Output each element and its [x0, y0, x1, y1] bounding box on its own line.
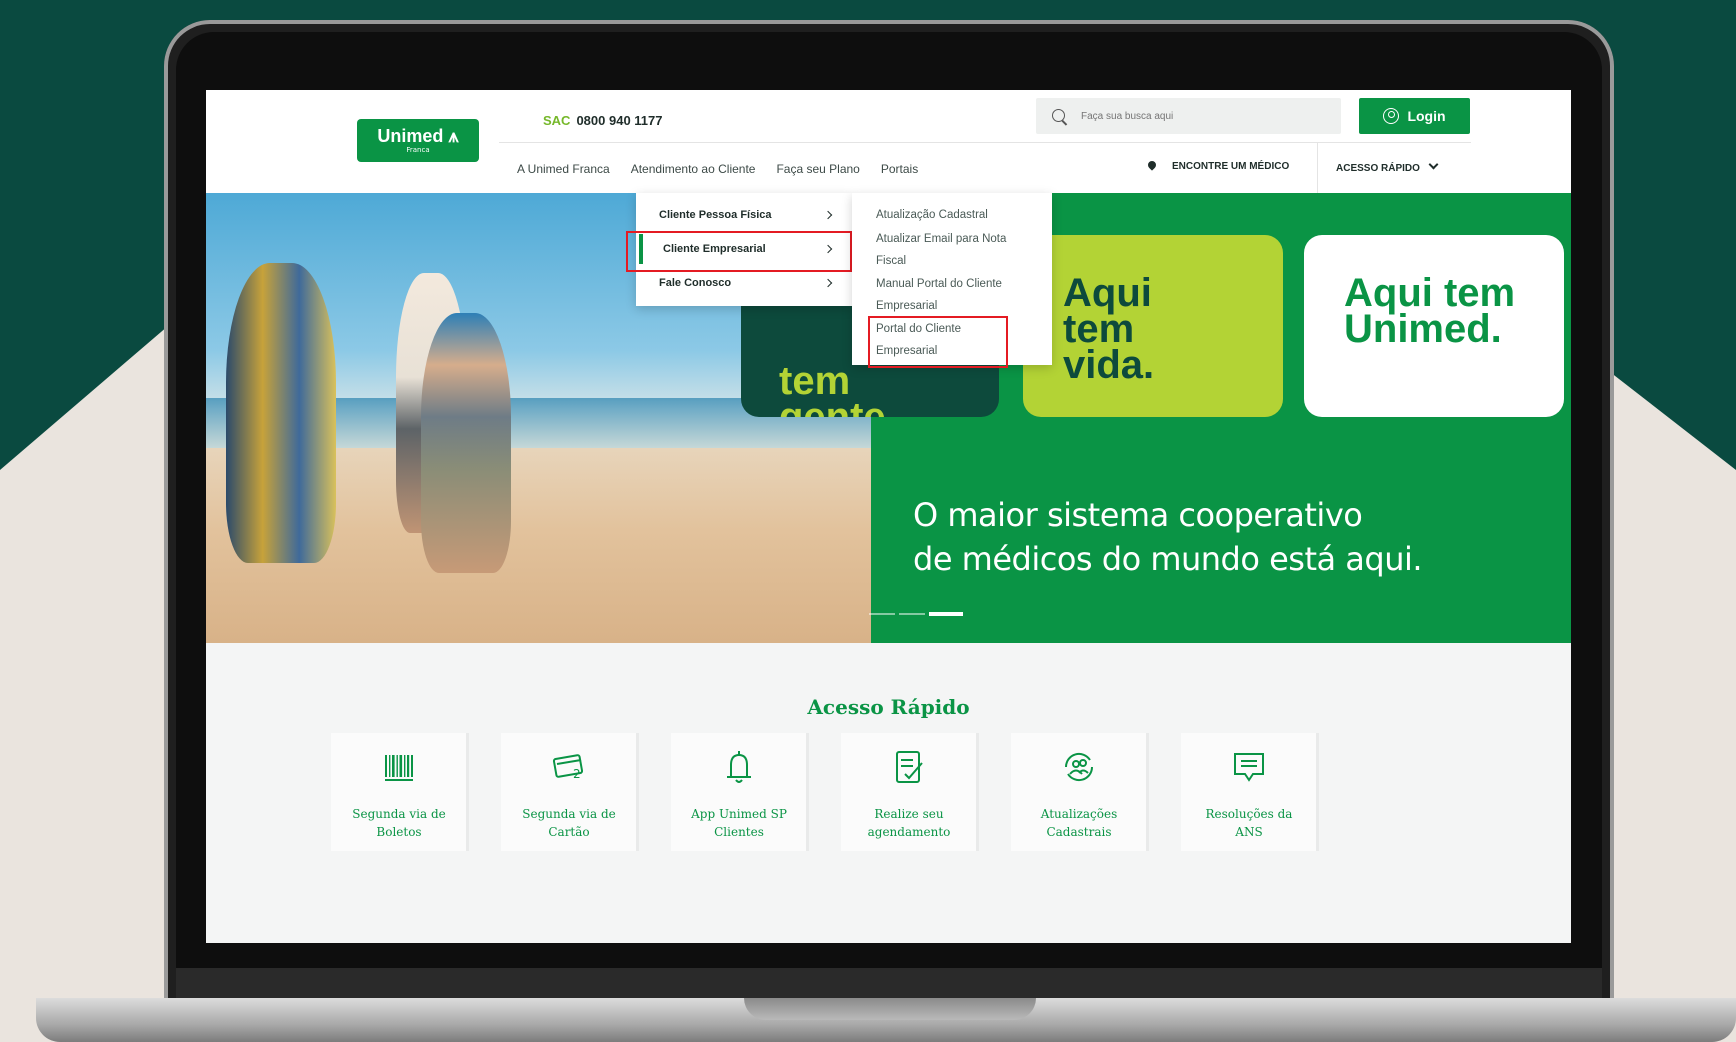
barcode-icon [385, 755, 413, 781]
dropdown-item-label: Fale Conosco [659, 277, 732, 289]
quick-access-label: Segunda via de Cartão [501, 805, 637, 841]
search-icon[interactable] [1052, 109, 1065, 122]
card-separator [1146, 733, 1149, 851]
login-label: Login [1407, 108, 1446, 124]
unimed-symbol-icon: ⩚ [448, 126, 459, 146]
laptop-lower-bezel [176, 968, 1602, 998]
quick-access-agendamento[interactable]: Realize seu agendamento [841, 733, 979, 851]
site-header: Unimed ⩚ Franca SAC 0800 940 1177 Login A… [206, 90, 1571, 193]
hero-card-aqui-tem-vida-text: Aqui tem vida. [1063, 271, 1155, 387]
quick-access-label: Atualizações Cadastrais [1011, 805, 1147, 841]
hero-card-tem-gente-text: tem gente. [779, 359, 897, 417]
hero-card-aqui-tem-unimed-text: Aqui tem Unimed. [1344, 271, 1516, 351]
search-box [1036, 98, 1341, 134]
checklist-icon [896, 751, 923, 783]
label-line1: Segunda via de [522, 807, 616, 821]
hero-card-aqui-tem-unimed: Aqui tem Unimed. [1304, 235, 1564, 417]
label-line2: Cartão [548, 825, 590, 839]
quick-access-label: App Unimed SP Clientes [671, 805, 807, 841]
submenu-atualizar-email-nota-fiscal[interactable]: Atualizar Email para Nota Fiscal [876, 228, 1021, 272]
card-separator [466, 733, 469, 851]
photo-child [421, 313, 511, 573]
sac-label: SAC [543, 113, 571, 128]
quick-access-label: Resoluções da ANS [1181, 805, 1317, 841]
label-line1: Realize seu [874, 807, 944, 821]
carousel-dot-1[interactable] [869, 613, 895, 615]
find-doctor-label: ENCONTRE UM MÉDICO [1172, 161, 1290, 172]
find-doctor-link[interactable]: ENCONTRE UM MÉDICO [1146, 159, 1290, 172]
label-line1: App Unimed SP [691, 807, 787, 821]
card-icon: 2 [552, 754, 584, 781]
label-line2: Clientes [714, 825, 764, 839]
quick-access-boletos[interactable]: Segunda via de Boletos [331, 733, 469, 851]
label-line2: ANS [1235, 825, 1263, 839]
header-divider [499, 142, 1471, 143]
quick-access-section: Acesso Rápido Segunda via de Boletos 2 Se… [206, 643, 1571, 943]
quick-access-cartao[interactable]: 2 Segunda via de Cartão [501, 733, 639, 851]
submenu-atualizacao-cadastral[interactable]: Atualização Cadastral [876, 204, 1036, 226]
submenu-manual-portal-cliente[interactable]: Manual Portal do Cliente Empresarial [876, 273, 1021, 317]
login-button[interactable]: Login [1359, 98, 1470, 134]
card-separator [636, 733, 639, 851]
svg-text:2: 2 [573, 767, 581, 781]
hero-headline-line1: O maior sistema cooperativo [913, 496, 1363, 534]
header-vertical-divider [1317, 142, 1318, 193]
carousel-dot-2[interactable] [899, 613, 925, 615]
unimed-logo[interactable]: Unimed ⩚ Franca [357, 119, 479, 162]
quick-access-atualizacoes[interactable]: Atualizações Cadastrais [1011, 733, 1149, 851]
submenu-portal-cliente-empresarial[interactable]: Portal do Cliente Empresarial [868, 316, 1008, 368]
dropdown-item-label: Cliente Pessoa Física [659, 209, 772, 221]
dropdown-item-cliente-empresarial[interactable]: Cliente Empresarial [626, 231, 852, 272]
search-input[interactable] [1081, 108, 1321, 124]
cliente-empresarial-submenu: Atualização Cadastral Atualizar Email pa… [852, 193, 1052, 368]
browser-screen: Unimed ⩚ Franca SAC 0800 940 1177 Login A… [206, 90, 1571, 943]
quick-access-app-unimed[interactable]: App Unimed SP Clientes [671, 733, 809, 851]
chevron-right-icon [823, 278, 833, 288]
quick-access-title: Acesso Rápido [807, 695, 970, 719]
quick-access-label: Segunda via de Boletos [331, 805, 467, 841]
carousel-dot-3[interactable] [929, 612, 963, 616]
chevron-down-icon [1428, 159, 1439, 170]
user-icon [1383, 108, 1400, 124]
label-line1: Atualizações [1040, 807, 1118, 821]
highlight-box [868, 316, 1008, 368]
hero-card-aqui-tem-vida: Aqui tem vida. [1023, 235, 1283, 417]
users-refresh-icon [1064, 752, 1094, 782]
hero-headline: O maior sistema cooperativo de médicos d… [913, 493, 1513, 581]
hero-headline-line2: de médicos do mundo está aqui. [913, 540, 1423, 578]
nav-faca-seu-plano[interactable]: Faça seu Plano [776, 162, 859, 176]
map-pin-icon [1146, 159, 1158, 171]
sac-phone: SAC 0800 940 1177 [543, 113, 663, 128]
logo-subtitle: Franca [406, 146, 430, 154]
laptop-notch [744, 998, 1036, 1020]
photo-woman [226, 263, 336, 563]
label-line2: agendamento [867, 825, 951, 839]
dropdown-item-pessoa-fisica[interactable]: Cliente Pessoa Física [636, 198, 852, 232]
logo-text: Unimed ⩚ [377, 126, 459, 146]
nav-atendimento-ao-cliente[interactable]: Atendimento ao Cliente [631, 162, 756, 176]
card-separator [806, 733, 809, 851]
label-line1: Resoluções da [1205, 807, 1293, 821]
quick-access-resolucoes-ans[interactable]: Resoluções da ANS [1181, 733, 1319, 851]
atendimento-dropdown-menu: Cliente Pessoa Física Cliente Empresaria… [626, 193, 852, 306]
nav-portais[interactable]: Portais [881, 162, 918, 176]
nav-a-unimed-franca[interactable]: A Unimed Franca [517, 162, 610, 176]
quick-access-dropdown[interactable]: ACESSO RÁPIDO [1336, 159, 1439, 174]
label-line2: Cadastrais [1046, 825, 1112, 839]
label-line2: Boletos [376, 825, 422, 839]
quick-access-label: ACESSO RÁPIDO [1336, 163, 1420, 174]
chevron-right-icon [823, 210, 833, 220]
dropdown-item-fale-conosco[interactable]: Fale Conosco [636, 266, 852, 300]
label-line1: Segunda via de [352, 807, 446, 821]
chat-document-icon [1234, 753, 1264, 782]
main-nav: A Unimed Franca Atendimento ao Cliente Faç… [517, 162, 939, 176]
sac-number: 0800 940 1177 [576, 113, 663, 128]
quick-access-label: Realize seu agendamento [841, 805, 977, 841]
bell-icon [727, 751, 751, 783]
card-separator [976, 733, 979, 851]
card-separator [1316, 733, 1319, 851]
